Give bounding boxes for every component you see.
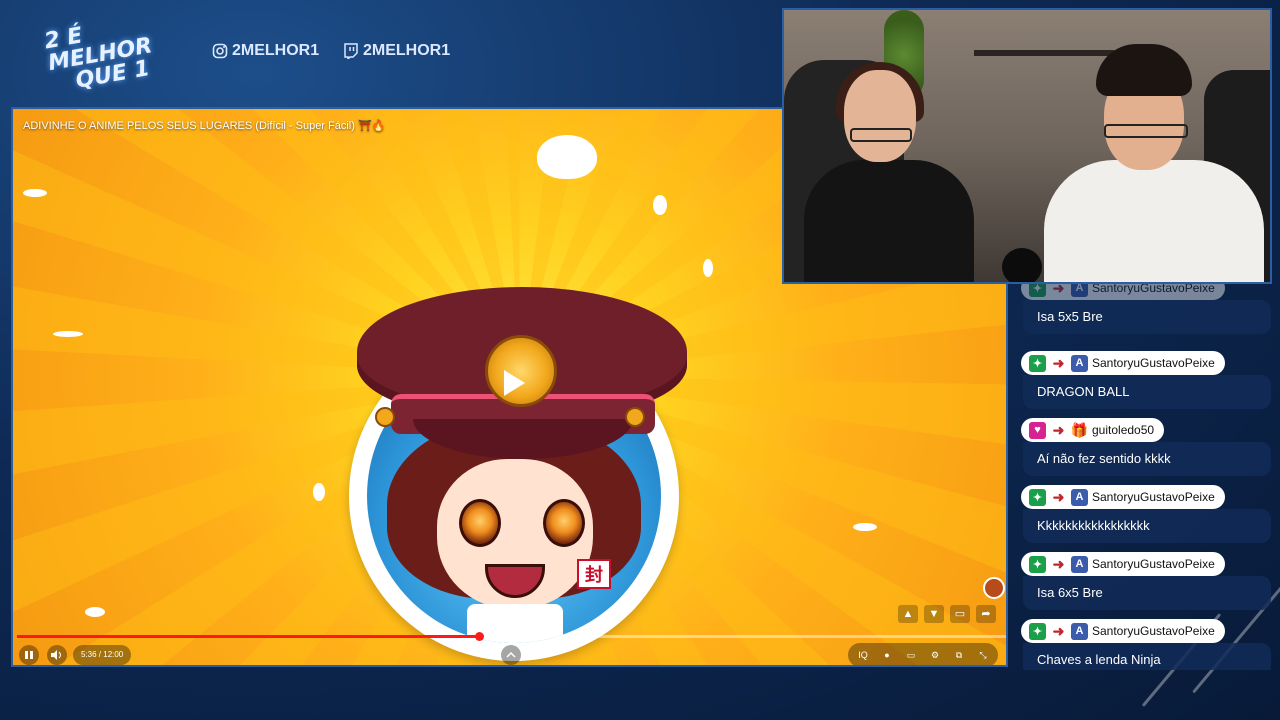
- avatar-cap-button: [375, 407, 395, 427]
- chat-message-text: Chaves a lenda Ninja: [1023, 643, 1271, 670]
- chat-username[interactable]: SantoryuGustavoPeixe: [1092, 624, 1215, 638]
- chat-message-header: ✦ ➜ A SantoryuGustavoPeixe: [1021, 351, 1225, 375]
- avatar-eye-left: [459, 499, 501, 547]
- confetti: [313, 483, 325, 501]
- badge-green-icon: ✦: [1029, 354, 1046, 372]
- badge-fish-icon: ➜: [1052, 284, 1065, 296]
- badge-a-icon: A: [1071, 354, 1088, 372]
- play-icon[interactable]: [492, 363, 532, 403]
- chat-message-header: ✦ ➜ A SantoryuGustavoPeixe: [1021, 552, 1225, 576]
- chat-message: ✦ ➜ A SantoryuGustavoPeixe DRAGON BALL: [1018, 351, 1274, 418]
- streamer-right: [1044, 160, 1264, 282]
- chat-message-text: Isa 6x5 Bre: [1023, 576, 1271, 610]
- twitch-handle-text: 2MELHOR1: [363, 42, 451, 59]
- streamer-left: [804, 160, 974, 282]
- badge-a-icon: A: [1071, 555, 1088, 573]
- webcam-feed: [782, 8, 1272, 284]
- confetti: [53, 331, 83, 337]
- instagram-handle[interactable]: 2MELHOR1: [212, 42, 319, 60]
- volume-icon: [51, 650, 61, 660]
- cast-icon[interactable]: ⧉: [950, 647, 968, 663]
- badge-green-icon: ✦: [1029, 488, 1046, 506]
- subtitles-button[interactable]: ▭: [902, 647, 920, 663]
- channel-logo: 2 É MELHOR QUE 1: [43, 9, 183, 101]
- thumbs-down-icon[interactable]: ▼: [924, 605, 944, 623]
- badge-fish-icon: ➜: [1052, 622, 1065, 639]
- twitch-handle[interactable]: 2MELHOR1: [343, 42, 450, 60]
- pause-button[interactable]: [19, 645, 39, 665]
- autoplay-toggle[interactable]: ●: [878, 647, 896, 663]
- chat-username[interactable]: SantoryuGustavoPeixe: [1092, 284, 1215, 295]
- badge-green-icon: ✦: [1029, 555, 1046, 573]
- instagram-icon: [212, 43, 228, 59]
- chat-message: ✦ ➜ A SantoryuGustavoPeixe Isa 5x5 Bre: [1018, 284, 1274, 351]
- streamer-left-face: [844, 70, 916, 162]
- video-actions: ▲ ▼ ▭ ➦: [898, 605, 996, 623]
- chevron-up-icon: [506, 651, 516, 658]
- badge-a-icon: A: [1071, 622, 1088, 640]
- gear-icon[interactable]: ⚙: [926, 647, 944, 663]
- badge-a-icon: A: [1071, 488, 1088, 506]
- badge-a-icon: A: [1071, 284, 1088, 297]
- avatar-cap-button: [625, 407, 645, 427]
- confetti: [703, 259, 713, 277]
- badge-green-icon: ✦: [1029, 622, 1046, 640]
- chat-message-text: Isa 5x5 Bre: [1023, 300, 1271, 334]
- chat-message: ♥ ➜ 🎁 guitoledo50 Aí não fez sentido kkkk: [1018, 418, 1274, 485]
- pause-icon: [25, 651, 33, 659]
- chat-message-text: DRAGON BALL: [1023, 375, 1271, 409]
- volume-button[interactable]: [47, 645, 67, 665]
- progress-scrubber[interactable]: [474, 632, 484, 641]
- chat-message-header: ✦ ➜ A SantoryuGustavoPeixe: [1021, 619, 1225, 643]
- confetti: [653, 195, 667, 215]
- chat-username[interactable]: SantoryuGustavoPeixe: [1092, 356, 1215, 370]
- badge-fish-icon: ➜: [1052, 555, 1065, 572]
- chat-panel: ✦ ➜ A SantoryuGustavoPeixe Isa 5x5 Bre ✦ ➜ A San…: [1018, 284, 1274, 670]
- chat-message: ✦ ➜ A SantoryuGustavoPeixe Chaves a lenda Ni…: [1018, 619, 1274, 670]
- twitch-icon: [344, 43, 358, 59]
- chat-message: ✦ ➜ A SantoryuGustavoPeixe Isa 6x5 Bre: [1018, 552, 1274, 619]
- video-title: ADIVINHE O ANIME PELOS SEUS LUGARES (Dif…: [23, 120, 386, 132]
- chat-message: ✦ ➜ A SantoryuGustavoPeixe Kkkkkkkkkkkkkkkkk: [1018, 485, 1274, 552]
- chat-username[interactable]: SantoryuGustavoPeixe: [1092, 557, 1215, 571]
- badge-green-icon: ✦: [1029, 284, 1046, 297]
- badge-fish-icon: ➜: [1052, 354, 1065, 371]
- microphone: [1002, 248, 1042, 282]
- chat-username[interactable]: guitoledo50: [1092, 423, 1154, 437]
- gift-icon: 🎁: [1070, 421, 1089, 438]
- comment-icon[interactable]: ▭: [950, 605, 970, 623]
- glasses-icon: [850, 128, 912, 142]
- channel-watermark[interactable]: [983, 577, 1005, 599]
- chat-username[interactable]: SantoryuGustavoPeixe: [1092, 490, 1215, 504]
- fullscreen-exit-icon[interactable]: ⤡: [974, 647, 992, 663]
- webcam-shelf: [974, 50, 1114, 56]
- confetti: [853, 523, 877, 531]
- thumbs-up-icon[interactable]: ▲: [898, 605, 918, 623]
- chat-message-header: ♥ ➜ 🎁 guitoledo50: [1021, 418, 1165, 442]
- time-display: 5:36 / 12:00: [73, 645, 132, 665]
- chapters-button[interactable]: [501, 645, 521, 665]
- streamer-right-hair: [1096, 44, 1192, 96]
- quality-badge[interactable]: IQ: [854, 647, 872, 663]
- progress-fill: [17, 635, 479, 638]
- badge-fish-icon: ➜: [1052, 421, 1065, 438]
- confetti: [85, 607, 105, 617]
- confetti: [537, 135, 597, 179]
- chat-message-text: Aí não fez sentido kkkk: [1023, 442, 1271, 476]
- avatar-eye-right: [543, 499, 585, 547]
- glasses-icon: [1104, 124, 1188, 138]
- share-icon[interactable]: ➦: [976, 605, 996, 623]
- chat-message-text: Kkkkkkkkkkkkkkkkk: [1023, 509, 1271, 543]
- chat-message-header: ✦ ➜ A SantoryuGustavoPeixe: [1021, 485, 1225, 509]
- progress-bar[interactable]: [17, 632, 1006, 641]
- chat-message-header: ✦ ➜ A SantoryuGustavoPeixe: [1021, 284, 1225, 300]
- confetti: [23, 189, 47, 197]
- badge-heart-icon: ♥: [1029, 421, 1046, 439]
- badge-fish-icon: ➜: [1052, 488, 1065, 505]
- avatar-seal: 封: [577, 559, 611, 589]
- instagram-handle-text: 2MELHOR1: [232, 42, 320, 59]
- player-right-controls: IQ ● ▭ ⚙ ⧉ ⤡: [848, 643, 998, 665]
